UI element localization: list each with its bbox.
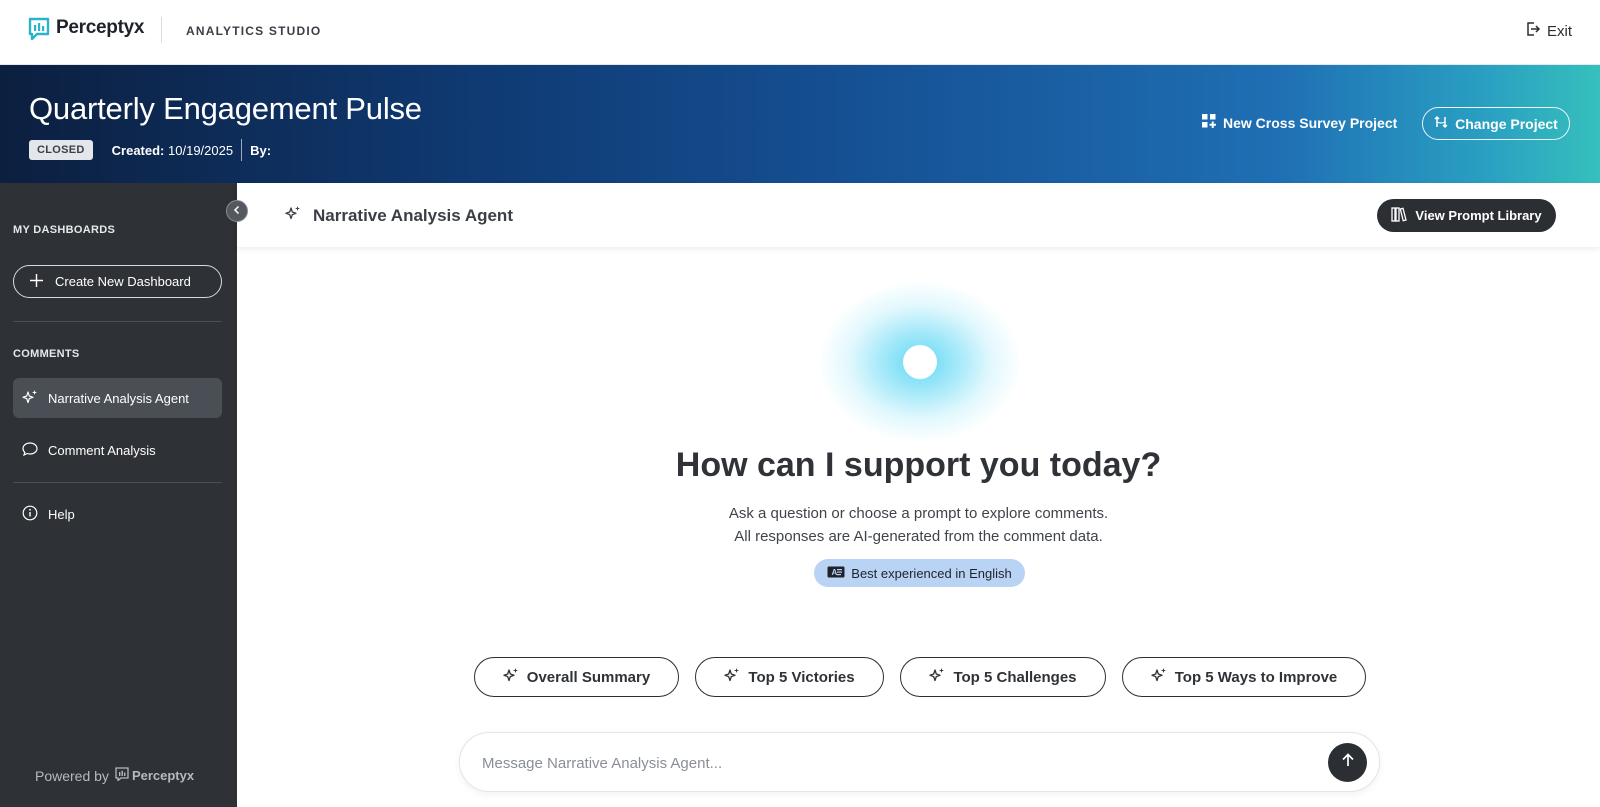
prompt-chip-top-5-ways-to-improve[interactable]: Top 5 Ways to Improve <box>1122 657 1366 697</box>
intro-text-line-1: Ask a question or choose a prompt to exp… <box>728 505 1109 522</box>
greeting-heading: How can I support you today? <box>675 446 1162 484</box>
sidebar-item-label: Narrative Analysis Agent <box>48 390 189 406</box>
swap-icon <box>1434 115 1448 132</box>
project-title: Quarterly Engagement Pulse <box>29 91 422 126</box>
language-badge-label: Best experienced in English <box>851 565 1012 581</box>
project-banner: Quarterly Engagement Pulse CLOSED Create… <box>0 65 1600 183</box>
view-prompt-library-label: View Prompt Library <box>1415 208 1542 223</box>
sidebar-item-narrative-analysis-agent[interactable]: Narrative Analysis Agent <box>13 378 222 418</box>
studio-label: ANALYTICS STUDIO <box>186 24 322 38</box>
arrow-up-icon <box>1341 753 1355 772</box>
sparkles-icon <box>724 667 740 687</box>
sparkles-icon <box>929 667 945 687</box>
sidebar-item-label: Comment Analysis <box>48 442 156 458</box>
sidebar-item-label: Help <box>48 506 75 522</box>
change-project-button[interactable]: Change Project <box>1422 107 1570 140</box>
ai-orb <box>903 345 937 379</box>
message-input[interactable] <box>482 752 1302 774</box>
prompt-chip-label: Overall Summary <box>526 668 651 686</box>
sparkles-icon <box>22 389 38 408</box>
message-composer <box>459 732 1380 792</box>
agent-title-text: Narrative Analysis Agent <box>313 205 513 225</box>
prompt-chip-overall-summary[interactable]: Overall Summary <box>474 657 679 697</box>
exit-label: Exit <box>1546 22 1572 40</box>
sidebar-divider <box>13 321 222 322</box>
plus-icon <box>30 273 43 290</box>
send-button[interactable] <box>1328 743 1367 782</box>
sidebar-divider <box>13 482 222 483</box>
prompt-chip-label: Top 5 Ways to Improve <box>1174 668 1338 686</box>
prompt-chip-label: Top 5 Victories <box>748 668 855 686</box>
sparkles-icon <box>1151 667 1167 687</box>
powered-by-label: Powered by <box>35 767 109 784</box>
perceptyx-logo-icon <box>28 17 50 41</box>
powered-by: Powered by Perceptyx <box>35 767 194 784</box>
by-label: By: <box>250 142 272 158</box>
new-cross-survey-button[interactable]: New Cross Survey Project <box>1202 114 1397 131</box>
powered-by-brand-name: Perceptyx <box>131 768 195 783</box>
brand-divider <box>161 17 162 43</box>
books-icon <box>1391 206 1408 225</box>
prompt-chip-top-5-challenges[interactable]: Top 5 Challenges <box>900 657 1106 697</box>
chevron-left-icon <box>232 202 242 220</box>
comments-heading: COMMENTS <box>13 348 80 360</box>
created-info: Created: 10/19/2025 <box>112 143 233 158</box>
brand-logo[interactable]: Perceptyx <box>28 17 145 41</box>
grid-plus-icon <box>1202 114 1216 131</box>
exit-icon <box>1525 21 1541 41</box>
prompt-chip-label: Top 5 Challenges <box>953 668 1077 686</box>
sidebar-item-comment-analysis[interactable]: Comment Analysis <box>13 430 222 470</box>
new-cross-survey-label: New Cross Survey Project <box>1223 114 1398 131</box>
create-dashboard-label: Create New Dashboard <box>55 274 191 289</box>
info-icon <box>22 505 38 524</box>
meta-divider <box>241 139 243 161</box>
status-badge: CLOSED <box>29 140 93 160</box>
exit-button[interactable]: Exit <box>1525 21 1572 41</box>
chat-bubble-icon <box>22 441 38 460</box>
sidebar-item-help[interactable]: Help <box>13 494 222 534</box>
language-badge: A Best experienced in English <box>814 559 1025 587</box>
intro-text-line-2: All responses are AI-generated from the … <box>734 528 1103 545</box>
created-date: 10/19/2025 <box>168 142 234 158</box>
prompt-chip-top-5-victories[interactable]: Top 5 Victories <box>695 657 884 697</box>
agent-title: Narrative Analysis Agent <box>285 205 513 226</box>
agent-header: Narrative Analysis Agent View Prompt Lib… <box>237 183 1600 247</box>
created-label: Created: <box>111 142 165 158</box>
my-dashboards-heading: MY DASHBOARDS <box>13 224 116 236</box>
svg-text:A: A <box>832 568 838 577</box>
sidebar: MY DASHBOARDS Create New Dashboard COMME… <box>0 183 237 807</box>
change-project-label: Change Project <box>1455 115 1558 132</box>
powered-by-brand: Perceptyx <box>115 767 194 784</box>
collapse-sidebar-button[interactable] <box>226 200 248 222</box>
sparkles-icon <box>285 205 301 226</box>
brand-name: Perceptyx <box>56 17 145 38</box>
create-dashboard-button[interactable]: Create New Dashboard <box>13 265 222 298</box>
language-icon: A <box>827 566 845 581</box>
view-prompt-library-button[interactable]: View Prompt Library <box>1377 199 1556 232</box>
project-meta: CLOSED Created: 10/19/2025 By: <box>29 139 271 161</box>
perceptyx-logo-icon <box>115 767 129 784</box>
top-bar: Perceptyx ANALYTICS STUDIO Exit <box>0 0 1600 65</box>
sparkles-icon <box>503 667 519 687</box>
